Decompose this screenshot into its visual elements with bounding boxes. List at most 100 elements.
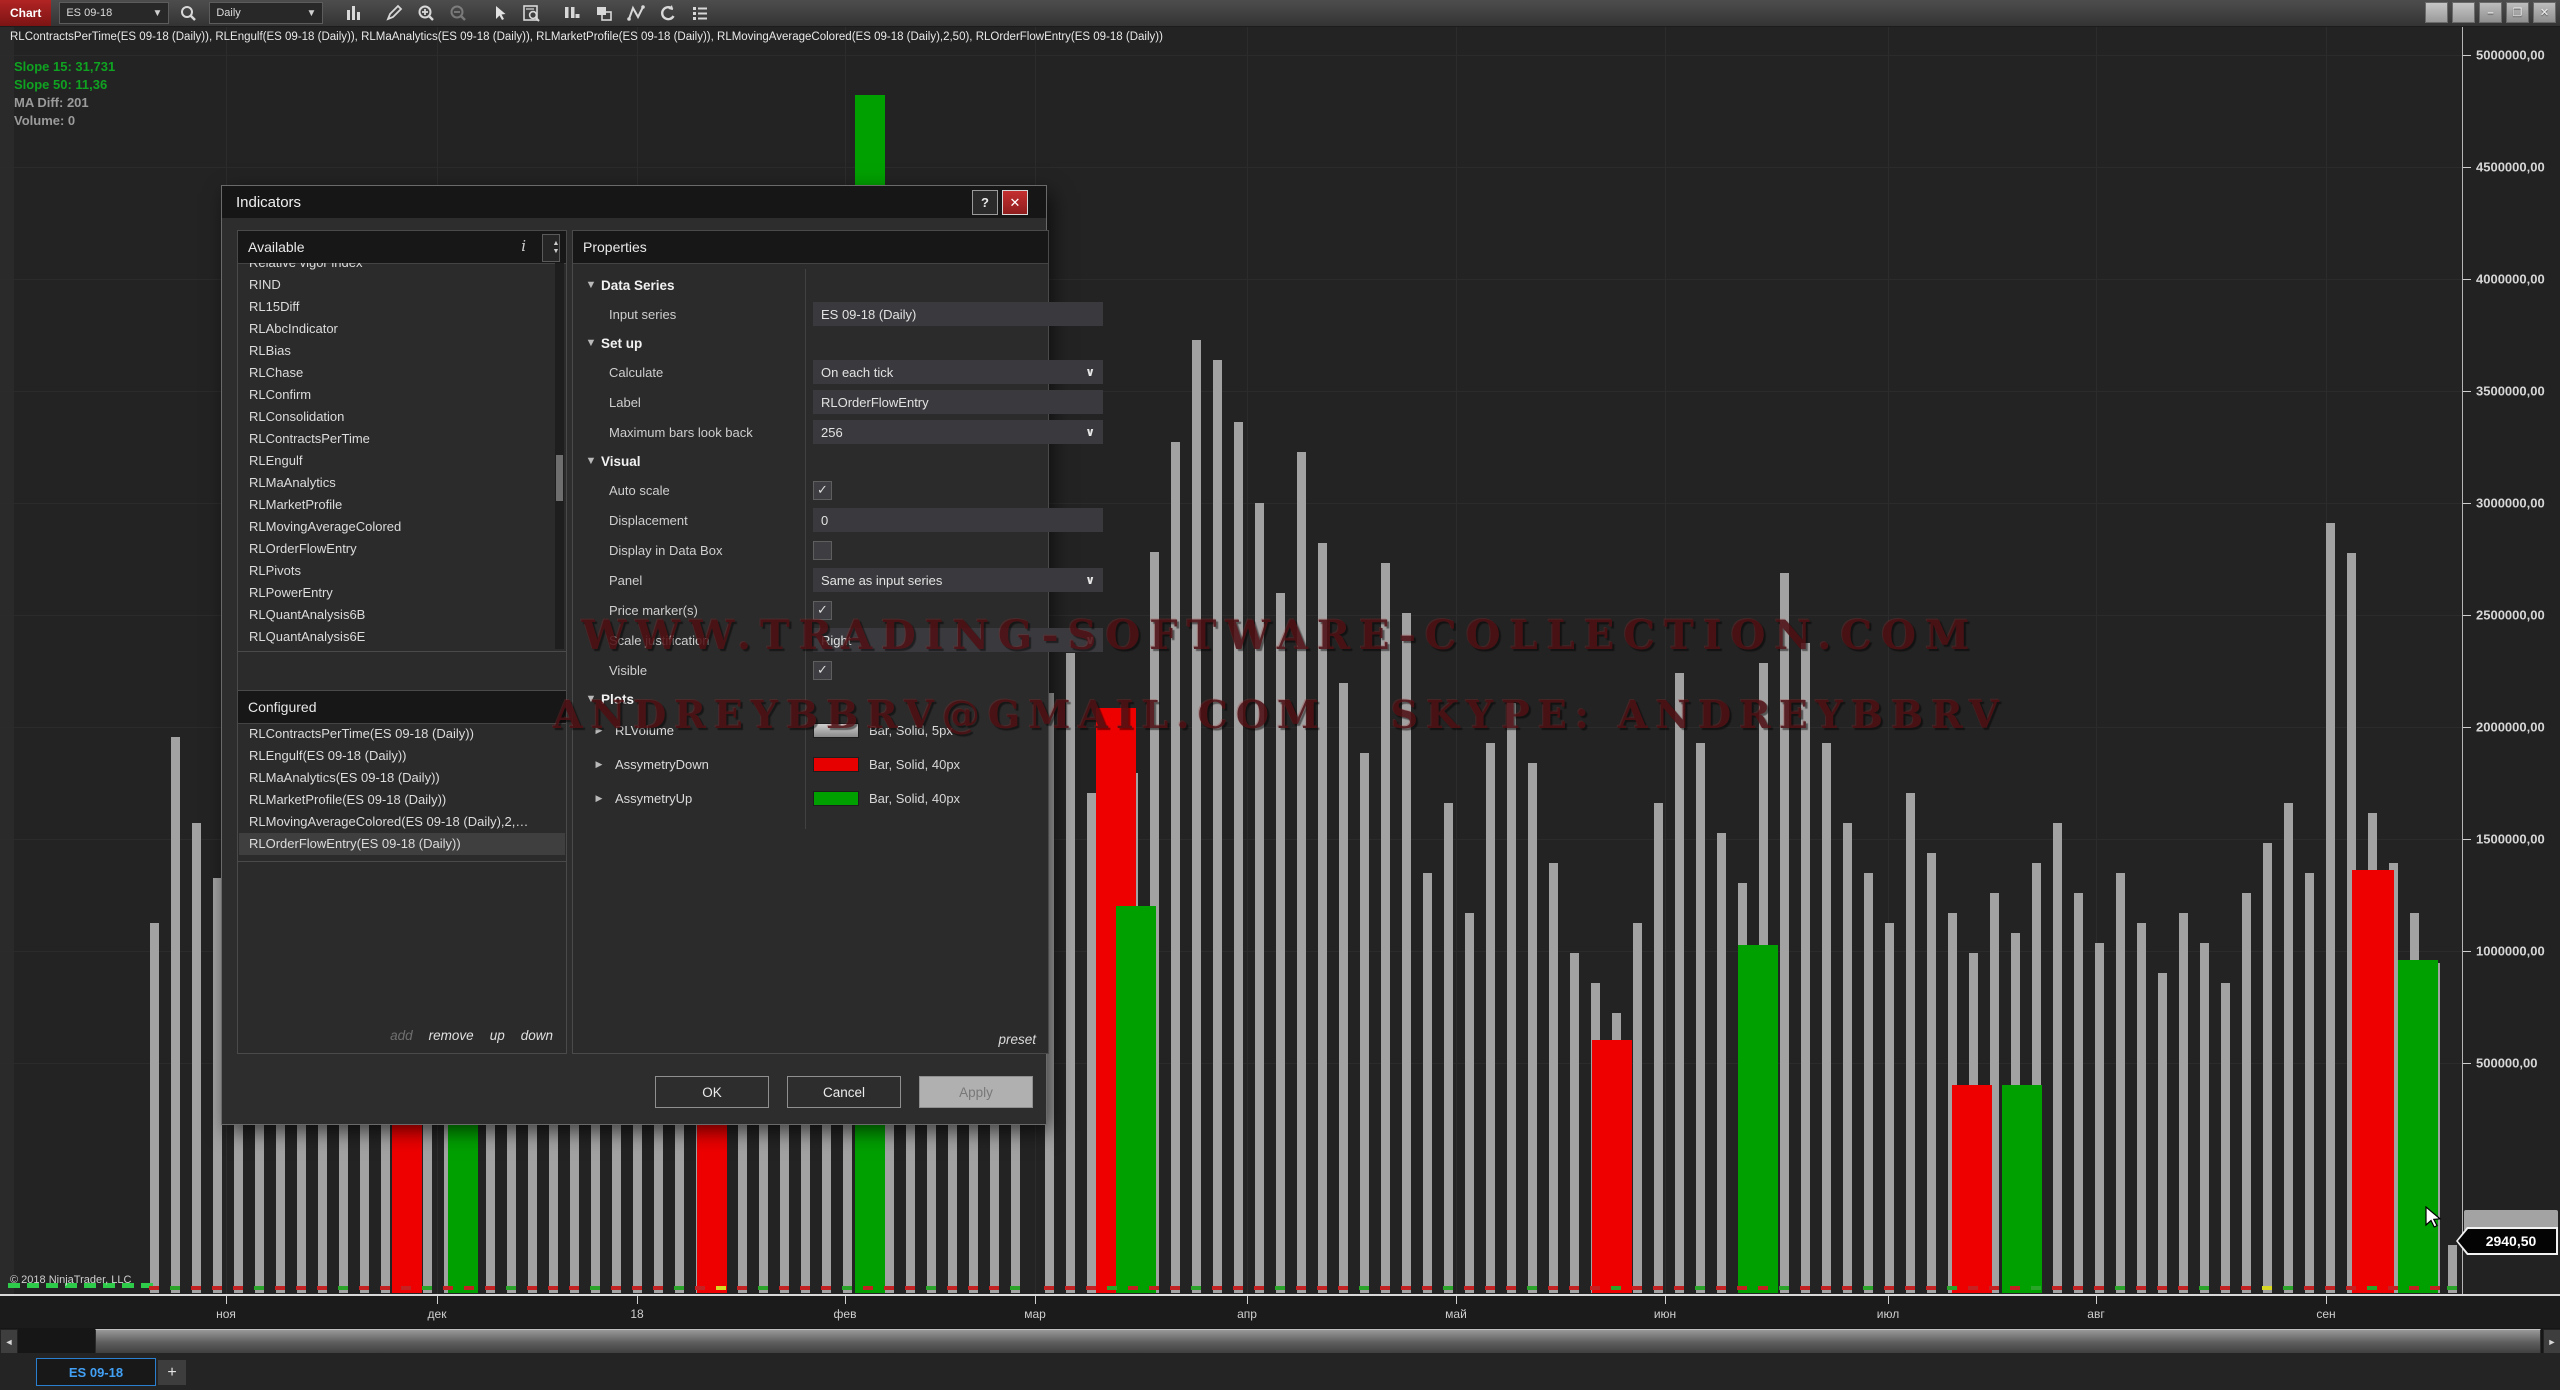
- collapse-arrow-icon[interactable]: ▼: [581, 279, 601, 291]
- search-icon[interactable]: [175, 2, 201, 24]
- help-button[interactable]: ?: [972, 190, 998, 215]
- available-item[interactable]: RLAbcIndicator: [239, 318, 565, 340]
- available-item[interactable]: RLConfirm: [239, 384, 565, 406]
- dialog-title: Indicators: [236, 194, 301, 211]
- expand-arrow-icon[interactable]: ▶: [589, 793, 609, 804]
- field-control-cell: RLOrderFlowEntry: [813, 390, 1103, 414]
- chart-style-icon[interactable]: [341, 2, 367, 24]
- field-label: Display in Data Box: [609, 543, 722, 558]
- checkbox[interactable]: ✓: [813, 481, 832, 500]
- down-link[interactable]: down: [521, 1028, 553, 1043]
- available-item[interactable]: RLMovingAverageColored: [239, 516, 565, 538]
- available-item[interactable]: RLOrderFlowEntry: [239, 538, 565, 560]
- configured-item[interactable]: RLMovingAverageColored(ES 09-18 (Daily),…: [239, 811, 565, 833]
- restore-button[interactable]: ❐: [2506, 2, 2529, 23]
- info-icon[interactable]: i: [521, 237, 526, 255]
- collapse-arrow-icon[interactable]: ▼: [581, 337, 601, 349]
- titlebar-button-a[interactable]: [2425, 2, 2448, 23]
- windows-icon[interactable]: [591, 2, 617, 24]
- drawing-tools-icon[interactable]: [381, 2, 407, 24]
- indicator-polyline-icon[interactable]: [623, 2, 649, 24]
- baseline-dash: [2304, 1286, 2314, 1290]
- baseline-dash: [1191, 1286, 1201, 1290]
- reload-icon[interactable]: [655, 2, 681, 24]
- available-item[interactable]: RLEngulf: [239, 450, 565, 472]
- baseline-dash: [1947, 1286, 1957, 1290]
- available-scroll-thumb[interactable]: [556, 455, 563, 501]
- scroll-thumb[interactable]: [95, 1329, 2541, 1354]
- available-item[interactable]: RLBias: [239, 340, 565, 362]
- baseline-dash: [2094, 1286, 2104, 1290]
- price-axis[interactable]: 5000000,004500000,004000000,003500000,00…: [2462, 26, 2560, 1294]
- configured-item[interactable]: RLMaAnalytics(ES 09-18 (Daily)): [239, 767, 565, 789]
- configured-item[interactable]: RLMarketProfile(ES 09-18 (Daily)): [239, 789, 565, 811]
- baseline-dash: [1926, 1286, 1936, 1290]
- configured-item[interactable]: RLEngulf(ES 09-18 (Daily)): [239, 745, 565, 767]
- checkbox[interactable]: ✓: [813, 661, 832, 680]
- time-axis[interactable]: ноядек18февмарапрмайиюниюлавгсен: [0, 1294, 2560, 1328]
- available-item[interactable]: RLPivots: [239, 560, 565, 582]
- pointer-icon[interactable]: [487, 2, 513, 24]
- spinner-icon[interactable]: ▲▼: [542, 234, 560, 262]
- baseline-dash: [527, 1286, 537, 1290]
- available-item[interactable]: RLMarketProfile: [239, 494, 565, 516]
- available-item[interactable]: RLContractsPerTime: [239, 428, 565, 450]
- text-input[interactable]: RLOrderFlowEntry: [813, 390, 1103, 414]
- field-label: Displacement: [609, 513, 688, 528]
- available-item[interactable]: RIND: [239, 274, 565, 296]
- dropdown-select[interactable]: 256∨: [813, 420, 1103, 444]
- up-link[interactable]: up: [490, 1028, 505, 1043]
- collapse-arrow-icon[interactable]: ▼: [581, 455, 601, 467]
- zoom-in-icon[interactable]: [413, 2, 439, 24]
- preset-link[interactable]: preset: [998, 1032, 1036, 1047]
- time-tick: [226, 1296, 227, 1304]
- panels-icon[interactable]: [559, 2, 585, 24]
- property-row: LabelRLOrderFlowEntry: [573, 387, 1048, 417]
- scroll-right-button[interactable]: ►: [2543, 1329, 2560, 1354]
- remove-link[interactable]: remove: [429, 1028, 474, 1043]
- text-input[interactable]: ES 09-18 (Daily): [813, 302, 1103, 326]
- available-item[interactable]: RLPowerEntry: [239, 582, 565, 604]
- time-tick: [437, 1296, 438, 1304]
- scroll-left-button[interactable]: ◄: [0, 1329, 18, 1354]
- dialog-titlebar[interactable]: Indicators: [222, 186, 1046, 218]
- baseline-dash: [506, 1286, 516, 1290]
- horizontal-scrollbar[interactable]: ◄ ►: [0, 1328, 2560, 1353]
- instrument-select[interactable]: ES 09-18▼: [59, 2, 169, 24]
- close-dialog-button[interactable]: ✕: [1002, 190, 1028, 215]
- available-item[interactable]: RLConsolidation: [239, 406, 565, 428]
- text-input[interactable]: 0: [813, 508, 1103, 532]
- zoom-out-icon[interactable]: [445, 2, 471, 24]
- configured-list[interactable]: RLContractsPerTime(ES 09-18 (Daily))RLEn…: [239, 723, 565, 860]
- available-list[interactable]: Relative vigor indexRINDRL15DiffRLAbcInd…: [239, 263, 565, 650]
- plot-color-swatch[interactable]: [813, 757, 859, 772]
- expand-arrow-icon[interactable]: ▶: [589, 759, 609, 770]
- available-item[interactable]: RLMaAnalytics: [239, 472, 565, 494]
- close-window-button[interactable]: ✕: [2533, 2, 2556, 23]
- dropdown-select[interactable]: On each tick∨: [813, 360, 1103, 384]
- data-box-icon[interactable]: [519, 2, 545, 24]
- baseline-dash: [1044, 1286, 1054, 1290]
- add-tab-button[interactable]: +: [158, 1360, 186, 1385]
- cancel-button[interactable]: Cancel: [787, 1076, 901, 1108]
- dropdown-select[interactable]: Same as input series∨: [813, 568, 1103, 592]
- period-select[interactable]: Daily▼: [209, 2, 323, 24]
- baseline-dash: [1632, 1286, 1642, 1290]
- minimize-button[interactable]: –: [2479, 2, 2502, 23]
- available-panel: Available i ▲▼ Relative vigor indexRINDR…: [237, 230, 567, 652]
- ok-button[interactable]: OK: [655, 1076, 769, 1108]
- tab-es-09-18[interactable]: ES 09-18: [36, 1358, 156, 1386]
- apply-button[interactable]: Apply: [919, 1076, 1033, 1108]
- available-scrollbar[interactable]: [555, 263, 564, 649]
- titlebar-button-b[interactable]: [2452, 2, 2475, 23]
- checkbox[interactable]: [813, 541, 832, 560]
- period-value: Daily: [216, 7, 240, 19]
- plot-color-swatch[interactable]: [813, 791, 859, 806]
- available-item[interactable]: RL15Diff: [239, 296, 565, 318]
- add-link[interactable]: add: [390, 1028, 413, 1043]
- available-item[interactable]: RLChase: [239, 362, 565, 384]
- configured-item[interactable]: RLOrderFlowEntry(ES 09-18 (Daily)): [239, 833, 565, 855]
- properties-list-icon[interactable]: [687, 2, 713, 24]
- chart-menu-button[interactable]: Chart: [0, 0, 51, 26]
- available-item[interactable]: Relative vigor index: [239, 263, 565, 274]
